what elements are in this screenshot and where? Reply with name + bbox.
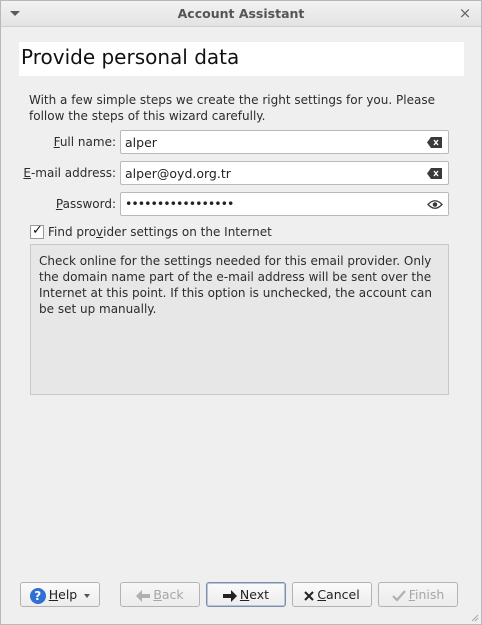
cancel-button-label: ancel [326, 587, 360, 602]
info-box: Check online for the settings needed for… [30, 244, 449, 395]
next-button-label: ext [249, 587, 270, 602]
page-title: Provide personal data [21, 45, 240, 69]
cancel-button-accel: C [317, 587, 327, 602]
email-field[interactable]: alper@oyd.org.tr [120, 161, 449, 185]
arrow-right-icon [222, 589, 237, 602]
full-name-value: alper [125, 135, 157, 150]
intro-text: With a few simple steps we create the ri… [29, 93, 435, 123]
find-provider-label[interactable]: Find provider settings on the Internet [48, 225, 272, 239]
email-label-accel: E [23, 166, 31, 180]
resize-grip-icon[interactable] [469, 612, 479, 622]
close-icon[interactable]: × [457, 4, 473, 22]
help-button-accel: H [48, 587, 59, 602]
help-button[interactable]: ? Help [20, 582, 100, 607]
window-title: Account Assistant [177, 6, 305, 21]
full-name-label: Full name: [29, 135, 116, 149]
page-header: Provide personal data [19, 42, 464, 76]
checkmark-icon: ✓ [32, 223, 43, 238]
checkmark-icon [391, 589, 406, 602]
account-assistant-window: Account Assistant × Provide personal dat… [0, 0, 482, 625]
chevron-down-icon [84, 593, 91, 598]
password-label: Password: [29, 197, 116, 211]
password-field[interactable]: ••••••••••••••••• [120, 192, 449, 216]
eye-icon[interactable] [427, 198, 443, 211]
password-label-accel: P [55, 197, 63, 211]
finish-button-label: inish [414, 587, 445, 602]
email-label-rest: -mail address: [30, 166, 116, 180]
help-button-label: elp [58, 587, 78, 602]
back-button-accel: B [153, 587, 162, 602]
find-provider-label-pre: Find pro [48, 225, 97, 239]
next-button[interactable]: Next [206, 582, 286, 607]
back-button-label: ack [161, 587, 184, 602]
question-circle-icon: ? [29, 587, 46, 604]
password-value: ••••••••••••••••• [125, 196, 234, 211]
find-provider-label-post: ider settings on the Internet [103, 225, 272, 239]
clear-icon[interactable] [427, 137, 442, 148]
find-provider-checkbox[interactable]: ✓ [30, 223, 44, 239]
full-name-field[interactable]: alper [120, 130, 449, 154]
x-icon [304, 590, 315, 601]
email-label: E-mail address: [11, 166, 116, 180]
title-bar: Account Assistant × [1, 1, 481, 27]
cancel-button[interactable]: Cancel [292, 582, 372, 607]
clear-icon[interactable] [427, 168, 442, 179]
finish-button[interactable]: Finish [378, 582, 458, 607]
back-button[interactable]: Back [120, 582, 200, 607]
info-text: Check online for the settings needed for… [39, 254, 432, 316]
password-label-rest: assword: [62, 197, 116, 211]
full-name-label-rest: ull name: [59, 135, 116, 149]
next-button-accel: N [239, 587, 250, 602]
email-value: alper@oyd.org.tr [125, 166, 231, 181]
arrow-left-icon [136, 589, 151, 602]
